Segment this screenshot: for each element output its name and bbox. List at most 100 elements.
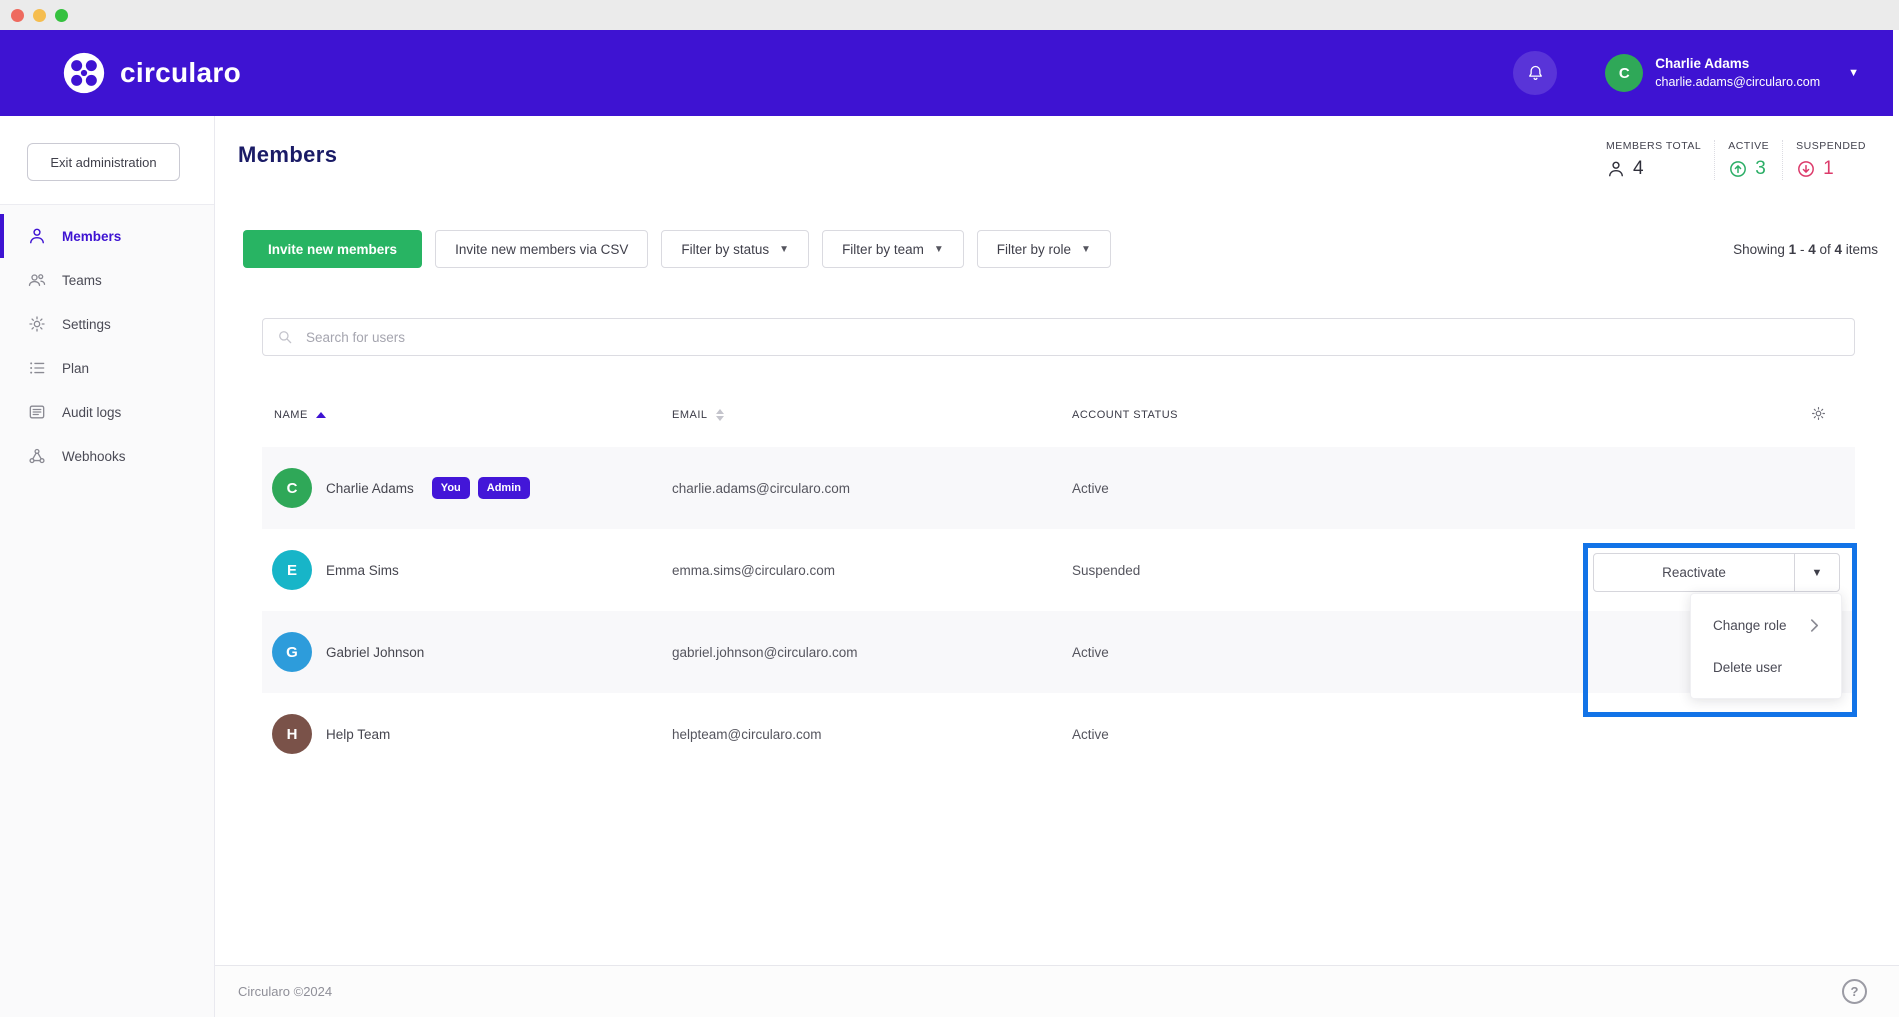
member-name: Charlie Adams — [326, 481, 414, 496]
sort-ascending-icon — [316, 412, 326, 418]
avatar: E — [272, 550, 312, 590]
filter-label: Filter by team — [842, 242, 924, 257]
chevron-right-icon — [1810, 619, 1819, 632]
member-status: Active — [1072, 611, 1109, 693]
search-bar — [262, 318, 1855, 356]
member-status: Active — [1072, 693, 1109, 775]
admin-sidebar: Exit administration Members Team — [0, 116, 215, 1017]
list-icon — [27, 358, 47, 378]
members-toolbar: Invite new members Invite new members vi… — [243, 230, 1878, 268]
filter-label: Filter by status — [681, 242, 769, 257]
stat-active: ACTIVE 3 — [1714, 140, 1782, 180]
sidebar-item-audit-logs[interactable]: Audit logs — [0, 390, 214, 434]
column-label: NAME — [274, 409, 308, 421]
maximize-window-icon[interactable] — [55, 9, 68, 22]
column-header-account-status: ACCOUNT STATUS — [1072, 409, 1178, 421]
member-name: Help Team — [326, 727, 390, 742]
member-status: Active — [1072, 447, 1109, 529]
sidebar-menu: Members Teams Settings — [0, 205, 214, 1017]
menu-item-label: Change role — [1713, 618, 1787, 633]
avatar: H — [272, 714, 312, 754]
member-stats: MEMBERS TOTAL 4 ACTIVE — [1593, 140, 1879, 180]
webhook-icon — [27, 446, 47, 466]
stat-value: 4 — [1633, 158, 1644, 180]
menu-item-delete-user[interactable]: Delete user — [1691, 646, 1841, 688]
close-window-icon[interactable] — [11, 9, 24, 22]
sidebar-item-members[interactable]: Members — [0, 214, 214, 258]
bell-icon — [1525, 63, 1546, 84]
help-button[interactable]: ? — [1842, 979, 1867, 1004]
search-input[interactable] — [304, 329, 1841, 346]
sidebar-item-teams[interactable]: Teams — [0, 258, 214, 302]
stat-label: SUSPENDED — [1796, 140, 1866, 152]
filter-by-team-dropdown[interactable]: Filter by team ▼ — [822, 230, 964, 268]
person-icon — [1606, 159, 1626, 179]
menu-item-label: Delete user — [1713, 660, 1782, 675]
invite-new-members-button[interactable]: Invite new members — [243, 230, 422, 268]
chevron-down-icon: ▼ — [1848, 67, 1859, 79]
you-badge: You — [432, 477, 470, 499]
column-label: ACCOUNT STATUS — [1072, 409, 1178, 421]
scrollbar-track — [1893, 30, 1899, 116]
sidebar-item-label: Teams — [62, 273, 102, 288]
avatar: C — [272, 468, 312, 508]
brand-name: circularo — [120, 57, 241, 89]
search-icon — [276, 328, 294, 346]
member-email: helpteam@circularo.com — [672, 693, 822, 775]
column-header-email[interactable]: EMAIL — [672, 409, 724, 421]
main-content: Members MEMBERS TOTAL 4 ACTIVE — [215, 116, 1899, 1017]
user-menu[interactable]: C Charlie Adams charlie.adams@circularo.… — [1605, 54, 1859, 92]
minimize-window-icon[interactable] — [33, 9, 46, 22]
stat-label: ACTIVE — [1728, 140, 1769, 152]
people-group-icon — [27, 270, 47, 290]
stat-value: 3 — [1755, 158, 1766, 180]
chevron-down-icon: ▼ — [1081, 244, 1091, 255]
sidebar-item-settings[interactable]: Settings — [0, 302, 214, 346]
exit-administration-section: Exit administration — [0, 116, 214, 205]
member-email: emma.sims@circularo.com — [672, 529, 835, 611]
table-settings-button[interactable] — [1810, 405, 1827, 425]
row-actions-menu: Change role Delete user — [1690, 593, 1842, 699]
page-title: Members — [238, 142, 337, 168]
stat-suspended: SUSPENDED 1 — [1782, 140, 1879, 180]
user-email: charlie.adams@circularo.com — [1655, 74, 1820, 91]
notifications-button[interactable] — [1513, 51, 1557, 95]
more-actions-toggle[interactable]: ▼ — [1794, 554, 1839, 591]
member-email: charlie.adams@circularo.com — [672, 447, 850, 529]
sidebar-item-plan[interactable]: Plan — [0, 346, 214, 390]
stat-value: 1 — [1823, 158, 1834, 180]
reactivate-split-button[interactable]: Reactivate ▼ — [1593, 553, 1840, 592]
exit-administration-button[interactable]: Exit administration — [27, 143, 180, 181]
reactivate-button[interactable]: Reactivate — [1594, 554, 1794, 591]
table-row: C Charlie Adams You Admin charlie.adams@… — [262, 447, 1855, 529]
page-footer: Circularo ©2024 ? — [215, 965, 1899, 1017]
sidebar-item-label: Plan — [62, 361, 89, 376]
filter-label: Filter by role — [997, 242, 1071, 257]
filter-by-status-dropdown[interactable]: Filter by status ▼ — [661, 230, 809, 268]
sidebar-item-label: Webhooks — [62, 449, 126, 464]
sidebar-item-label: Audit logs — [62, 405, 121, 420]
stat-label: MEMBERS TOTAL — [1606, 140, 1701, 152]
sidebar-item-label: Members — [62, 229, 121, 244]
app-header: circularo C Charlie Adams charlie.adams@… — [0, 30, 1899, 116]
sidebar-item-webhooks[interactable]: Webhooks — [0, 434, 214, 478]
filter-by-role-dropdown[interactable]: Filter by role ▼ — [977, 230, 1111, 268]
member-status: Suspended — [1072, 529, 1140, 611]
table-header: NAME EMAIL ACCOUNT STATUS — [262, 395, 1855, 447]
person-icon — [27, 226, 47, 246]
gear-icon — [27, 314, 47, 334]
member-name: Emma Sims — [326, 563, 399, 578]
invite-via-csv-button[interactable]: Invite new members via CSV — [435, 230, 648, 268]
brand-logo[interactable]: circularo — [62, 51, 241, 95]
arrow-down-circle-icon — [1796, 159, 1816, 179]
sort-icon — [716, 409, 724, 421]
chevron-down-icon: ▼ — [779, 244, 789, 255]
menu-item-change-role[interactable]: Change role — [1691, 604, 1841, 646]
table-row: G Gabriel Johnson gabriel.johnson@circul… — [262, 611, 1855, 693]
avatar: G — [272, 632, 312, 672]
audit-log-icon — [27, 402, 47, 422]
arrow-up-circle-icon — [1728, 159, 1748, 179]
column-label: EMAIL — [672, 409, 708, 421]
column-header-name[interactable]: NAME — [274, 409, 326, 421]
stat-members-total: MEMBERS TOTAL 4 — [1593, 140, 1714, 180]
